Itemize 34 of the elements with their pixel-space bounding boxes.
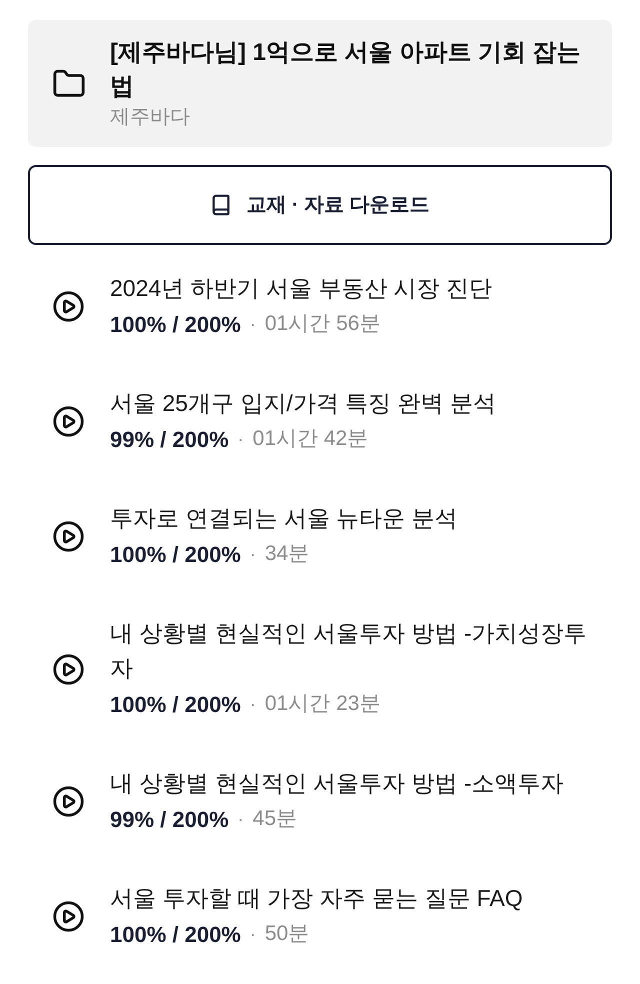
- lesson-title[interactable]: 서울 투자할 때 가장 자주 묻는 질문 FAQ: [110, 881, 608, 916]
- lesson-duration: 34분: [264, 541, 310, 568]
- progress-text: 100% / 200%: [110, 690, 241, 718]
- play-icon[interactable]: [52, 652, 85, 686]
- book-icon: [210, 194, 232, 216]
- separator-dot: ·: [250, 692, 256, 716]
- play-icon[interactable]: [52, 405, 85, 438]
- instructor-name: 제주바다: [110, 105, 191, 130]
- lesson-duration: 01시간 42분: [252, 426, 368, 452]
- separator-dot: ·: [250, 542, 256, 566]
- lesson-duration: 01시간 56분: [264, 311, 380, 338]
- play-icon[interactable]: [52, 900, 85, 933]
- progress-text: 100% / 200%: [110, 540, 241, 568]
- play-icon[interactable]: [52, 290, 85, 323]
- download-button[interactable]: 교재 · 자료 다운로드: [28, 165, 612, 245]
- play-icon[interactable]: [52, 785, 85, 818]
- separator-dot: ·: [238, 808, 244, 830]
- separator-dot: ·: [250, 312, 256, 336]
- lesson-duration: 01시간 23분: [264, 691, 380, 718]
- progress-text: 99% / 200%: [110, 426, 229, 454]
- separator-dot: ·: [238, 428, 244, 450]
- progress-text: 99% / 200%: [110, 806, 229, 834]
- course-title: [제주바다님] 1억으로 서울 아파트 기회 잡는 법: [110, 38, 582, 102]
- lesson-title[interactable]: 2024년 하반기 서울 부동산 시장 진단: [110, 271, 608, 306]
- progress-text: 100% / 200%: [110, 310, 241, 338]
- lesson-title[interactable]: 내 상황별 현실적인 서울투자 방법 -가치성장투자: [110, 616, 608, 686]
- lesson-title[interactable]: 투자로 연결되는 서울 뉴타운 분석: [110, 501, 608, 536]
- lesson-title[interactable]: 내 상황별 현실적인 서울투자 방법 -소액투자: [110, 766, 608, 801]
- lesson-duration: 50분: [264, 921, 310, 948]
- progress-text: 100% / 200%: [110, 920, 241, 948]
- lesson-title[interactable]: 서울 25개구 입지/가격 특징 완벽 분석: [110, 386, 608, 421]
- separator-dot: ·: [250, 922, 256, 946]
- lesson-duration: 45분: [252, 806, 297, 832]
- play-icon[interactable]: [52, 520, 85, 553]
